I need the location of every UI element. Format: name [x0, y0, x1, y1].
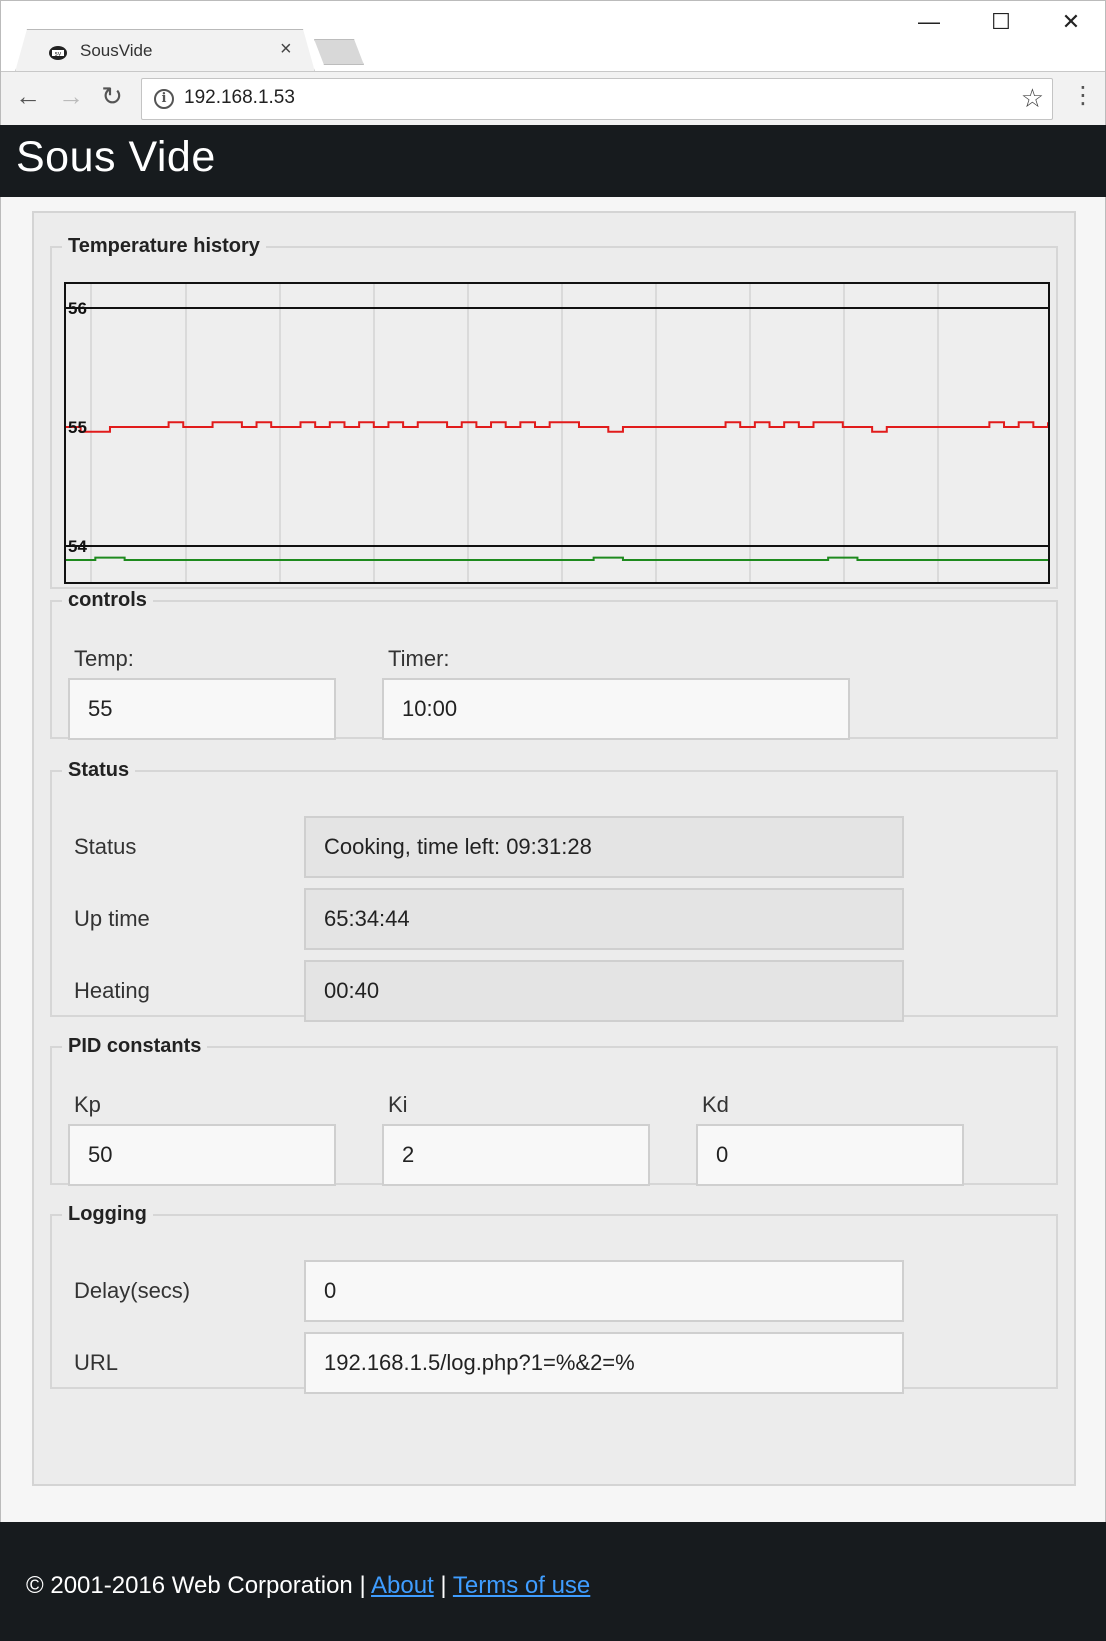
- browser-toolbar: ← → ↻ i 192.168.1.53 ☆ ⋮: [1, 71, 1105, 126]
- tab-title: SousVide: [80, 41, 153, 60]
- y-tick-label: 56: [68, 299, 87, 318]
- logging-section: Logging Delay(secs) URL: [50, 1203, 1058, 1394]
- tab-close-icon[interactable]: ×: [280, 38, 292, 61]
- log-url-input[interactable]: [304, 1332, 904, 1394]
- controls-legend: controls: [68, 589, 147, 611]
- footer-separator: |: [433, 1572, 453, 1599]
- browser-menu-icon[interactable]: ⋮: [1071, 80, 1095, 112]
- main-panel: Temperature history 56 55 54 controls Temp…: [32, 211, 1076, 1486]
- back-arrow-icon[interactable]: ←: [13, 80, 43, 112]
- status-value: Cooking, time left: 09:31:28: [304, 816, 904, 878]
- y-tick-label: 55: [68, 418, 87, 437]
- kp-label: Kp: [74, 1092, 101, 1117]
- temperature-chart: 56 55 54: [64, 282, 1050, 584]
- tab-strip: sv SousVide × — ☐ ✕: [1, 1, 1105, 72]
- address-bar[interactable]: i 192.168.1.53 ☆: [141, 78, 1053, 120]
- page-title: Sous Vide: [16, 133, 216, 181]
- kd-input[interactable]: [696, 1124, 964, 1186]
- pid-legend: PID constants: [68, 1035, 202, 1057]
- footer-line: © 2001-2016 Web Corporation | About | Te…: [26, 1572, 590, 1600]
- controls-section: controls Temp: Timer:: [50, 589, 1058, 740]
- page-body: Temperature history 56 55 54 controls Temp…: [0, 197, 1106, 1522]
- y-tick-label: 54: [68, 537, 87, 556]
- temperature-history-section: Temperature history 56 55 54: [50, 235, 1058, 589]
- url-label: URL: [74, 1350, 119, 1375]
- temp-input[interactable]: [68, 678, 336, 740]
- about-link[interactable]: About: [371, 1572, 434, 1599]
- temperature-chart-svg: 56 55 54: [66, 284, 1048, 582]
- status-legend: Status: [68, 759, 130, 781]
- heating-label: Heating: [74, 978, 150, 1003]
- heater-series-line: [66, 556, 1048, 561]
- status-section: Status Status Cooking, time left: 09:31:…: [50, 759, 1058, 1022]
- temperature-history-legend: Temperature history: [68, 235, 260, 257]
- temperature-series-line: [66, 421, 1048, 433]
- logging-legend: Logging: [68, 1203, 147, 1225]
- terms-link[interactable]: Terms of use: [453, 1572, 590, 1599]
- copyright-text: © 2001-2016 Web Corporation |: [26, 1572, 372, 1599]
- page-header: Sous Vide: [0, 125, 1106, 197]
- heating-value: 00:40: [304, 960, 904, 1022]
- timer-label: Timer:: [388, 646, 450, 671]
- svg-text:sv: sv: [55, 51, 62, 58]
- timer-input[interactable]: [382, 678, 850, 740]
- window-close-icon[interactable]: ✕: [1051, 9, 1091, 35]
- status-label: Status: [74, 834, 137, 859]
- forward-arrow-icon[interactable]: →: [56, 80, 86, 112]
- ki-input[interactable]: [382, 1124, 650, 1186]
- kd-label: Kd: [702, 1092, 729, 1117]
- pid-section: PID constants Kp Ki Kd: [50, 1035, 1058, 1186]
- browser-chrome: sv SousVide × — ☐ ✕ ← → ↻ i 192.168.1.53…: [0, 0, 1106, 126]
- delay-label: Delay(secs): [74, 1278, 191, 1303]
- favicon-icon: sv: [49, 46, 67, 60]
- uptime-label: Up time: [74, 906, 150, 931]
- kp-input[interactable]: [68, 1124, 336, 1186]
- minimize-icon[interactable]: —: [909, 9, 949, 35]
- new-tab-button[interactable]: [314, 39, 364, 65]
- info-icon[interactable]: i: [154, 89, 174, 109]
- maximize-icon[interactable]: ☐: [981, 9, 1021, 35]
- delay-input[interactable]: [304, 1260, 904, 1322]
- browser-tab[interactable]: sv SousVide ×: [15, 29, 315, 72]
- url-text[interactable]: 192.168.1.53: [184, 87, 295, 109]
- uptime-value: 65:34:44: [304, 888, 904, 950]
- reload-icon[interactable]: ↻: [97, 80, 127, 112]
- page-footer: © 2001-2016 Web Corporation | About | Te…: [0, 1522, 1106, 1641]
- bookmark-star-icon[interactable]: ☆: [1021, 83, 1044, 114]
- ki-label: Ki: [388, 1092, 408, 1117]
- temp-label: Temp:: [74, 646, 134, 671]
